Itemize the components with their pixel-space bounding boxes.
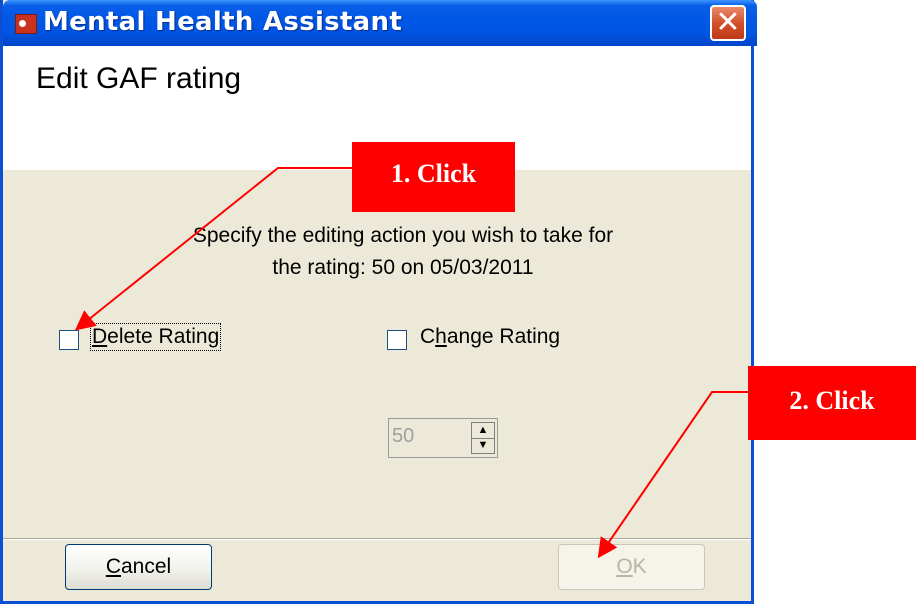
cancel-button[interactable]: Cancel xyxy=(65,544,212,590)
spin-down-icon[interactable]: ▼ xyxy=(472,438,494,453)
title-bar[interactable]: Mental Health Assistant ✕ xyxy=(3,0,757,46)
spinner-buttons[interactable]: ▲ ▼ xyxy=(471,422,495,454)
app-icon xyxy=(15,14,37,34)
dialog-window: Mental Health Assistant ✕ Edit GAF ratin… xyxy=(0,0,757,604)
window-title: Mental Health Assistant xyxy=(43,7,403,37)
delete-rating-label[interactable]: Delete Rating xyxy=(89,323,222,351)
rating-spinner-value: 50 xyxy=(392,425,415,447)
callout-step-2: 2. Click xyxy=(748,366,916,440)
change-rating-label[interactable]: Change Rating xyxy=(420,325,560,349)
instruction-text: Specify the editing action you wish to t… xyxy=(192,224,614,279)
close-button[interactable]: ✕ xyxy=(710,5,746,41)
close-icon: ✕ xyxy=(715,5,741,40)
callout-step-1: 1. Click xyxy=(352,142,515,212)
delete-rating-checkbox[interactable] xyxy=(59,330,79,350)
footer-divider xyxy=(3,538,751,540)
page-title: Edit GAF rating xyxy=(36,62,242,95)
ok-button[interactable]: OK xyxy=(558,544,705,590)
change-rating-checkbox[interactable] xyxy=(387,330,407,350)
rating-spinner[interactable]: 50 ▲ ▼ xyxy=(388,418,498,458)
spin-up-icon[interactable]: ▲ xyxy=(472,423,494,439)
